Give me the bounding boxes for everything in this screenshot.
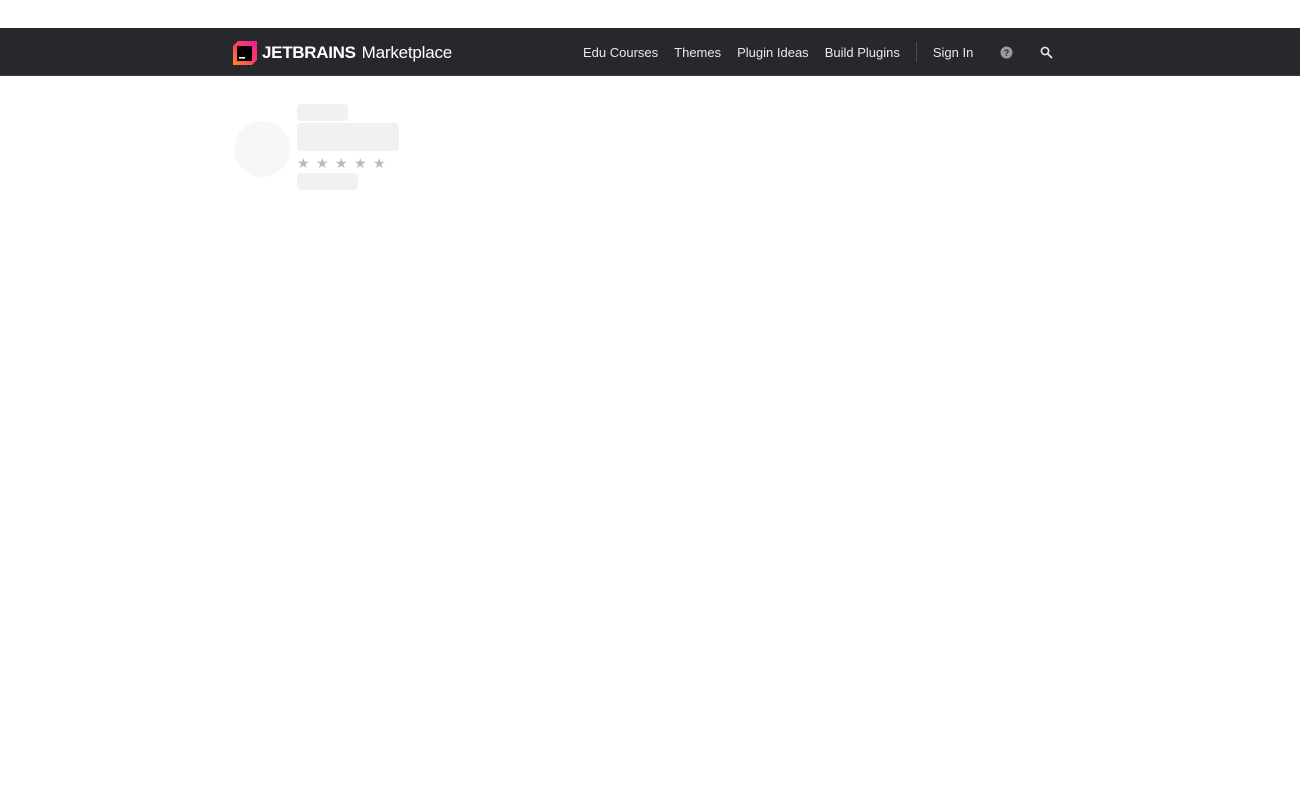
- nav-link-build-plugins[interactable]: Build Plugins: [825, 45, 900, 60]
- nav-link-edu-courses[interactable]: Edu Courses: [583, 45, 658, 60]
- sign-in-link[interactable]: Sign In: [933, 45, 973, 60]
- jetbrains-logo-icon: [233, 41, 257, 65]
- skeleton-title-line: [297, 123, 399, 151]
- search-icon[interactable]: [1039, 45, 1053, 59]
- skeleton-downloads-line: [297, 173, 358, 190]
- rating-stars: ★ ★ ★ ★ ★: [297, 155, 392, 171]
- nav-divider: [915, 42, 917, 62]
- nav-link-themes[interactable]: Themes: [674, 45, 721, 60]
- skeleton-avatar: [234, 121, 290, 177]
- star-icon: ★: [373, 155, 386, 171]
- brand-product: Marketplace: [361, 43, 453, 62]
- star-icon: ★: [297, 155, 310, 171]
- nav-link-plugin-ideas[interactable]: Plugin Ideas: [737, 45, 809, 60]
- star-icon: ★: [335, 155, 348, 171]
- help-circle-icon[interactable]: ?: [999, 45, 1013, 59]
- top-spacer: [0, 0, 1300, 28]
- svg-text:?: ?: [1004, 48, 1010, 58]
- nav-links: Edu Courses Themes Plugin Ideas Build Pl…: [583, 28, 1079, 76]
- star-icon: ★: [354, 155, 367, 171]
- star-icon: ★: [316, 155, 329, 171]
- brand-name: JETBRAINS: [262, 43, 356, 62]
- skeleton-vendor-line: [297, 104, 348, 121]
- main-navbar: JETBRAINS Marketplace Edu Courses Themes…: [0, 28, 1300, 76]
- brand-home-link[interactable]: JETBRAINS Marketplace: [233, 40, 452, 66]
